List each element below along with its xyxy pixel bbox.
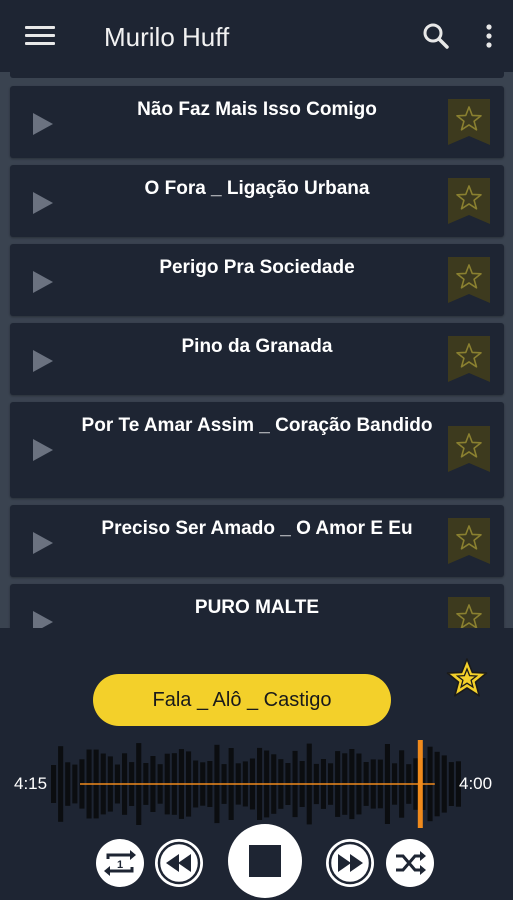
elapsed-time: 4:15 <box>14 774 48 793</box>
song-title: PURO MALTE <box>194 597 320 618</box>
song-card[interactable]: PURO MALTE <box>10 584 504 628</box>
song-card[interactable]: O Fora _ Ligação Urbana <box>10 165 504 237</box>
stop-icon <box>249 845 281 877</box>
app-title: Murilo Huff <box>104 22 230 52</box>
hamburger-menu-icon[interactable] <box>22 22 58 50</box>
waveform-bar <box>72 764 78 804</box>
favorite-star-icon[interactable] <box>448 336 490 382</box>
svg-text:1: 1 <box>117 859 123 871</box>
app-bar: Murilo Huff <box>0 0 513 72</box>
fast-forward-button[interactable] <box>326 839 374 887</box>
song-title: Por Te Amar Assim _ Coração Bandido <box>81 415 433 436</box>
play-icon[interactable] <box>32 531 54 555</box>
waveform-bar <box>58 746 64 822</box>
favorite-star-icon[interactable] <box>448 597 490 628</box>
now-playing-title[interactable]: Fala _ Alô _ Castigo <box>93 674 391 726</box>
song-list[interactable]: Não Faz Mais Isso Comigo O Fora _ Ligaçã… <box>0 72 513 628</box>
song-title: O Fora _ Ligação Urbana <box>144 178 370 199</box>
waveform-bar <box>65 762 71 806</box>
favorite-star-icon[interactable] <box>448 178 490 224</box>
search-icon[interactable] <box>422 22 450 50</box>
shuffle-button[interactable] <box>386 839 434 887</box>
song-title: Pino da Granada <box>181 336 333 357</box>
waveform-bar <box>448 762 454 806</box>
song-title: Perigo Pra Sociedade <box>159 257 355 278</box>
song-card[interactable]: Preciso Ser Amado _ O Amor E Eu <box>10 505 504 577</box>
total-duration: 4:00 <box>459 774 493 793</box>
favorite-star-icon[interactable] <box>448 518 490 564</box>
fast-forward-icon <box>328 841 372 885</box>
favorite-star-icon[interactable] <box>448 426 490 472</box>
song-card[interactable]: Não Faz Mais Isso Comigo <box>10 86 504 158</box>
seek-handle[interactable] <box>417 740 423 828</box>
song-card[interactable]: Por Te Amar Assim _ Coração Bandido <box>10 402 504 498</box>
rewind-icon <box>157 841 201 885</box>
song-card[interactable]: Perigo Pra Sociedade <box>10 244 504 316</box>
song-title: Não Faz Mais Isso Comigo <box>137 99 377 120</box>
more-vertical-icon[interactable] <box>478 22 500 50</box>
stop-button[interactable] <box>228 824 302 898</box>
song-title: Preciso Ser Amado _ O Amor E Eu <box>101 518 413 539</box>
favorite-star-icon[interactable] <box>448 257 490 303</box>
play-icon[interactable] <box>32 112 54 136</box>
player-panel: Fala _ Alô _ Castigo 4:15 4:00 1 <box>0 628 513 900</box>
shuffle-icon <box>396 851 426 875</box>
play-icon[interactable] <box>32 191 54 215</box>
waveform-bar <box>441 755 447 813</box>
play-icon[interactable] <box>32 610 54 628</box>
repeat-one-button[interactable]: 1 <box>96 839 144 887</box>
waveform-bar <box>51 765 57 803</box>
favorite-star-icon[interactable] <box>448 99 490 145</box>
song-card[interactable]: Pino da Granada <box>10 323 504 395</box>
waveform-bar <box>434 751 440 817</box>
rewind-button[interactable] <box>155 839 203 887</box>
waveform-seekbar[interactable] <box>50 740 462 828</box>
play-icon[interactable] <box>32 349 54 373</box>
song-card-partial <box>10 72 504 78</box>
star-icon[interactable] <box>444 656 490 698</box>
play-icon[interactable] <box>32 270 54 294</box>
repeat-one-icon: 1 <box>104 850 136 876</box>
play-icon[interactable] <box>32 438 54 462</box>
